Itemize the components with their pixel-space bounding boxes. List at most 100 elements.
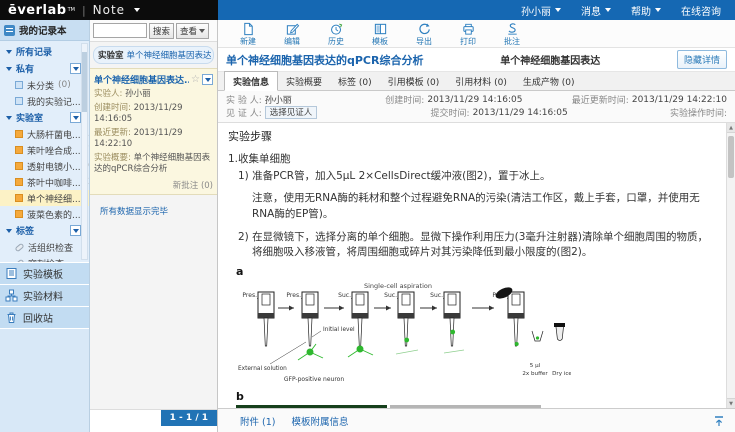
sidebar-section-tags[interactable]: 标签: [0, 222, 89, 239]
sidebar-item-all-records[interactable]: 所有记录: [0, 43, 89, 60]
help-menu[interactable]: 帮助: [631, 3, 661, 18]
section-menu-button[interactable]: [70, 112, 81, 123]
printer-icon: [461, 22, 476, 36]
external-solution-label: External solution: [238, 366, 287, 372]
chevron-down-icon: [555, 8, 561, 12]
print-button[interactable]: 打印: [446, 20, 490, 47]
online-support-link[interactable]: 在线咨询: [681, 3, 721, 18]
tool-label: 编辑: [284, 36, 300, 47]
main-footer: 附件 (1) 模板附属信息: [218, 408, 735, 432]
search-input[interactable]: [93, 23, 147, 38]
sidebar-scrollbar[interactable]: [81, 43, 88, 260]
sidebar-item-recycle-bin[interactable]: 回收站: [0, 306, 89, 328]
gfp-neuron-shape: [348, 346, 373, 358]
sidebar-item-my-experiments[interactable]: 我的实验记... (1): [0, 93, 89, 109]
user-menu[interactable]: 孙小丽: [521, 3, 561, 18]
section-menu-button[interactable]: [70, 225, 81, 236]
template-button[interactable]: 模板: [358, 20, 402, 47]
chevron-down-icon: [205, 78, 211, 82]
content-scrollbar[interactable]: ▲ ▼: [726, 123, 735, 408]
tag-label: 穿刺检查: [28, 257, 64, 263]
suction-label: Suc.: [430, 292, 443, 299]
sidebar-tag-0[interactable]: 活组织检查: [0, 239, 89, 255]
scrollbar-thumb[interactable]: [728, 136, 734, 178]
card-menu-button[interactable]: [202, 74, 213, 85]
sidebar-bottom-nav: 实验模板 实验材料 回收站: [0, 262, 89, 328]
tab-products[interactable]: 生成产物 (0): [515, 72, 583, 90]
tab-experiment-info[interactable]: 实验信息: [224, 71, 278, 91]
sidebar-header[interactable]: 我的记录本: [0, 20, 89, 41]
breadcrumb-scope[interactable]: 实验室: [98, 49, 124, 61]
tab-ref-materials[interactable]: 引用材料 (0): [447, 72, 515, 90]
tool-label: 历史: [328, 36, 344, 47]
item-count: (0): [58, 80, 71, 90]
main-panel: 新建 编辑 历史 模板 导出: [218, 20, 735, 432]
breadcrumb: 实验室 单个神经细胞基因表达: [93, 46, 214, 64]
toolbar: 新建 编辑 历史 模板 导出: [218, 20, 735, 48]
scroll-down-arrow[interactable]: ▼: [727, 398, 735, 408]
brand-area: ēverlabTM | Note: [0, 0, 218, 20]
private-label: 私有: [16, 62, 34, 75]
all-records-label: 所有记录: [16, 45, 52, 58]
pagination[interactable]: 1 - 1 / 1: [161, 410, 217, 426]
sidebar-section-private[interactable]: 私有: [0, 60, 89, 77]
tab-summary[interactable]: 实验概要: [278, 72, 330, 90]
star-icon[interactable]: ☆: [191, 75, 200, 85]
sidebar-item-lab-5[interactable]: 菠菜色素的... (1): [0, 206, 89, 222]
step-1-2: 2) 在显微镜下，选择分离的单个细胞。显微下操作利用压力(3毫升注射器)清除单个…: [228, 230, 717, 260]
export-button[interactable]: 导出: [402, 20, 446, 47]
chevron-down-icon[interactable]: [134, 8, 140, 12]
operation-time-label: 实验操作时间:: [670, 106, 727, 119]
experiment-card-title[interactable]: 单个神经细胞基因表达...: [94, 73, 189, 86]
tool-label: 打印: [460, 36, 476, 47]
select-witness-button[interactable]: 选择见证人: [265, 106, 318, 119]
view-dropdown[interactable]: 查看: [176, 23, 209, 39]
experiment-title: 单个神经细胞基因表达的qPCR综合分析: [226, 52, 423, 68]
tab-ref-templates[interactable]: 引用模板 (0): [380, 72, 448, 90]
tab-tags[interactable]: 标签 (0): [330, 72, 380, 90]
scroll-up-arrow[interactable]: ▲: [727, 123, 735, 133]
sidebar-item-lab-2[interactable]: 透射电镜小... (0): [0, 158, 89, 174]
sidebar-item-uncategorized[interactable]: 未分类 (0): [0, 77, 89, 93]
sidebar-item-lab-0[interactable]: 大肠杆菌电... (5): [0, 126, 89, 142]
breadcrumb-item[interactable]: 单个神经细胞基因表达: [127, 49, 212, 61]
new-button[interactable]: 新建: [226, 20, 270, 47]
sidebar-item-lab-3[interactable]: 茶叶中咖啡... (2): [0, 174, 89, 190]
annotate-button[interactable]: 批注: [490, 20, 534, 47]
online-support-label: 在线咨询: [681, 3, 721, 18]
scrollbar-thumb[interactable]: [82, 52, 87, 112]
template-info-tab[interactable]: 模板附属信息: [291, 414, 348, 428]
history-button[interactable]: 历史: [314, 20, 358, 47]
sidebar-item-lab-1[interactable]: 茉叶唑合成... (7): [0, 142, 89, 158]
tool-label: 新建: [240, 36, 256, 47]
sidebar-item-materials[interactable]: 实验材料: [0, 284, 89, 306]
edit-button[interactable]: 编辑: [270, 20, 314, 47]
item-label: 未分类: [27, 79, 54, 92]
materials-icon: [5, 289, 18, 302]
annotations-link[interactable]: 新批注 (0): [94, 179, 213, 191]
sidebar-section-lab[interactable]: 实验室: [0, 109, 89, 126]
lab-notebook-icon: [15, 210, 23, 218]
lab-notebook-icon: [15, 146, 23, 154]
witness-label: 见 证 人:: [226, 106, 262, 119]
messages-menu[interactable]: 消息: [581, 3, 611, 18]
experiment-header: 单个神经细胞基因表达的qPCR综合分析 单个神经细胞基因表达 隐藏详情: [218, 48, 735, 72]
search-button[interactable]: 搜索: [149, 23, 174, 39]
item-label: 茉叶唑合成...: [27, 144, 81, 157]
sidebar-item-templates[interactable]: 实验模板: [0, 262, 89, 284]
back-to-top-button[interactable]: [713, 415, 725, 430]
dry-ice-label: Dry ice: [552, 371, 571, 377]
experiment-card[interactable]: 单个神经细胞基因表达... ☆ 实验人: 孙小丽 创建时间: 2013/11/2…: [90, 68, 217, 195]
figure-2: a Single-cell aspiration Pres. Pres. Suc…: [236, 264, 717, 408]
attachments-tab[interactable]: 附件 (1): [240, 414, 275, 428]
section-menu-button[interactable]: [70, 63, 81, 74]
chevron-down-icon: [73, 116, 79, 120]
tag-icon: [14, 258, 24, 262]
initial-level-label: Initial level: [323, 327, 355, 333]
sidebar-item-lab-4-selected[interactable]: 单个神经细... (1): [0, 190, 89, 206]
user-name: 孙小丽: [521, 3, 551, 18]
sidebar-tag-1[interactable]: 穿刺检查: [0, 255, 89, 262]
step-1-title: 1.收集单细胞: [228, 152, 717, 167]
hide-details-button[interactable]: 隐藏详情: [677, 50, 727, 69]
tool-label: 导出: [416, 36, 432, 47]
